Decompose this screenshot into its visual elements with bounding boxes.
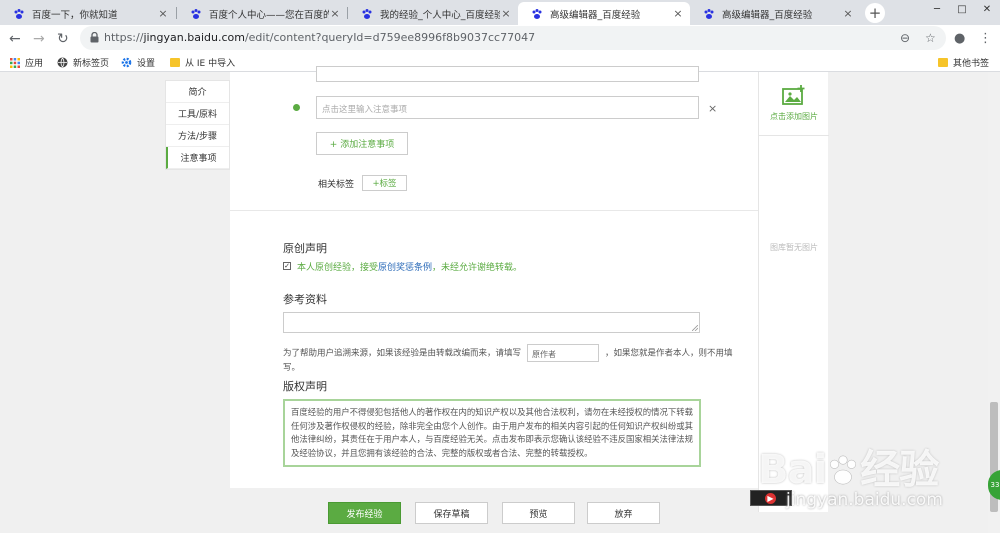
bookmark-label: 从 IE 中导入 [185, 59, 236, 69]
zoom-icon[interactable]: ⊖ [900, 31, 910, 45]
minimize-button[interactable]: ─ [925, 0, 949, 18]
section-nav-notes[interactable]: 注意事项 [166, 147, 229, 169]
baidu-watermark: Bai 经验 [758, 437, 939, 495]
tab-advanced-editor[interactable]: 高级编辑器_百度经验 × [690, 2, 860, 25]
tab-close-icon[interactable]: × [329, 7, 341, 20]
gear-icon [121, 57, 132, 68]
publish-button[interactable]: 发布经验 [328, 502, 401, 524]
bookmark-label: 其他书签 [953, 59, 990, 69]
forward-icon[interactable]: → [33, 31, 45, 47]
bookmark-label: 新标签页 [73, 59, 110, 69]
declaration-suffix: ，未经允许谢绝转载。 [432, 263, 523, 273]
previous-note-input[interactable] [316, 66, 699, 82]
tab-advanced-editor-active[interactable]: 高级编辑器_百度经验 × [518, 2, 690, 25]
tab-close-icon[interactable]: × [157, 7, 169, 20]
baidu-paw-icon [704, 8, 714, 19]
folder-icon [938, 58, 948, 67]
tab-title: 百度一下，你就知道 [32, 9, 118, 21]
gallery-empty-text: 图库暂无图片 [770, 243, 818, 252]
note-placeholder: 点击这里输入注意事项 [322, 105, 408, 115]
watermark-brand-cn: 经验 [860, 447, 939, 493]
tab-close-icon[interactable]: × [842, 7, 854, 20]
browser-tab-bar: 百度一下，你就知道 × 百度个人中心——您在百度的家 × 我的经验_个人中心_百… [0, 0, 1000, 25]
action-bar: 发布经验 保存草稿 预览 放弃 [0, 492, 1000, 533]
globe-icon [57, 57, 68, 68]
section-nav: 简介 工具/原料 方法/步骤 注意事项 [165, 80, 230, 170]
reload-icon[interactable]: ↻ [57, 31, 69, 47]
url-path: /edit/content?queryId=d759ee8996f8b9037c… [244, 31, 536, 44]
bookmark-other[interactable]: 其他书签 [938, 56, 989, 69]
copyright-text: 百度经验的用户不得侵犯包括他人的著作权在内的知识产权以及其他合法权利，请勿在未经… [283, 399, 701, 467]
baidu-paw-icon [362, 8, 372, 19]
editor-panel: 点击这里输入注意事项 × + 添加注意事项 相关标签 +标签 原创声明 ✓ 本人… [230, 66, 758, 488]
section-nav-intro[interactable]: 简介 [166, 81, 229, 103]
baidu-paw-icon [532, 8, 542, 19]
original-checkbox[interactable]: ✓ [283, 262, 291, 270]
tab-my-experience[interactable]: 我的经验_个人中心_百度经验 × [348, 2, 518, 25]
new-tab-button[interactable]: + [865, 3, 885, 23]
bookmark-apps[interactable]: 应用 [10, 56, 43, 69]
section-divider [230, 210, 758, 211]
add-image-label: 点击添加图片 [770, 112, 818, 121]
tab-title: 百度个人中心——您在百度的家 [209, 9, 329, 21]
section-nav-tools[interactable]: 工具/原料 [166, 103, 229, 125]
tab-title: 高级编辑器_百度经验 [722, 9, 813, 21]
discard-button[interactable]: 放弃 [587, 502, 660, 524]
section-nav-steps[interactable]: 方法/步骤 [166, 125, 229, 147]
declaration-prefix: 本人原创经验，接受 [297, 263, 379, 273]
account-icon[interactable]: ● [954, 31, 965, 46]
baidu-paw-icon [830, 455, 857, 485]
address-bar[interactable]: https://jingyan.baidu.com/edit/content?q… [80, 26, 946, 50]
reference-heading: 参考资料 [283, 293, 327, 306]
add-image-icon [782, 85, 805, 105]
tab-title: 高级编辑器_百度经验 [550, 9, 641, 21]
browser-toolbar: ← → ↻ https://jingyan.baidu.com/edit/con… [0, 25, 1000, 52]
url-text: https://jingyan.baidu.com/edit/content?q… [104, 31, 535, 44]
folder-icon [170, 58, 180, 67]
note-input[interactable]: 点击这里输入注意事项 [316, 96, 699, 119]
add-tag-button[interactable]: +标签 [362, 175, 407, 191]
watermark-brand: Bai [758, 447, 827, 493]
tab-title: 我的经验_个人中心_百度经验 [380, 9, 500, 21]
preview-button[interactable]: 预览 [502, 502, 575, 524]
bookmark-label: 设置 [137, 59, 156, 69]
page-scrollbar[interactable] [988, 72, 1000, 533]
reference-note-prefix: 为了帮助用户追溯来源，如果该经验是由转载改编而来，请填写 [283, 348, 522, 359]
tab-baidu-home[interactable]: 百度一下，你就知道 × [0, 2, 175, 25]
star-icon[interactable]: ☆ [925, 31, 936, 45]
url-scheme: https:// [104, 31, 144, 44]
original-declaration-heading: 原创声明 [283, 242, 327, 255]
reference-note: 为了帮助用户追溯来源，如果该经验是由转载改编而来，请填写 原作者 ，如果您就是作者本… [283, 344, 746, 375]
tags-label: 相关标签 [318, 180, 355, 190]
remove-note-icon[interactable]: × [708, 102, 717, 115]
save-draft-button[interactable]: 保存草稿 [415, 502, 488, 524]
reward-rules-link[interactable]: 原创奖惩条例 [378, 263, 432, 273]
maximize-button[interactable]: □ [950, 0, 974, 18]
bookmark-label: 应用 [25, 59, 44, 69]
bookmark-import-ie[interactable]: 从 IE 中导入 [170, 56, 235, 69]
note-bullet-icon [293, 104, 300, 111]
reference-textarea[interactable] [283, 312, 700, 333]
page-content: 简介 工具/原料 方法/步骤 注意事项 点击这里输入注意事项 × + 添加注意事… [0, 66, 1000, 533]
url-host: jingyan.baidu.com [143, 31, 245, 44]
original-declaration-text: 本人原创经验，接受原创奖惩条例，未经允许谢绝转载。 [297, 260, 522, 273]
tab-close-icon[interactable]: × [672, 7, 684, 20]
add-image-button[interactable]: 点击添加图片 [759, 72, 829, 136]
bookmark-new-tab[interactable]: 新标签页 [57, 56, 109, 69]
back-icon[interactable]: ← [9, 31, 21, 47]
apps-icon [10, 57, 20, 68]
tab-personal-center[interactable]: 百度个人中心——您在百度的家 × [177, 2, 347, 25]
menu-icon[interactable]: ⋮ [979, 31, 992, 46]
baidu-paw-icon [191, 8, 201, 19]
baidu-paw-icon [14, 8, 24, 19]
lock-icon [90, 32, 99, 43]
add-note-button[interactable]: + 添加注意事项 [316, 132, 408, 155]
resize-handle-icon[interactable] [692, 325, 698, 331]
tab-close-icon[interactable]: × [500, 7, 512, 20]
original-author-input[interactable]: 原作者 [527, 344, 600, 362]
bookmark-settings[interactable]: 设置 [121, 56, 155, 69]
close-window-button[interactable]: ✕ [975, 0, 999, 18]
copyright-heading: 版权声明 [283, 380, 327, 393]
